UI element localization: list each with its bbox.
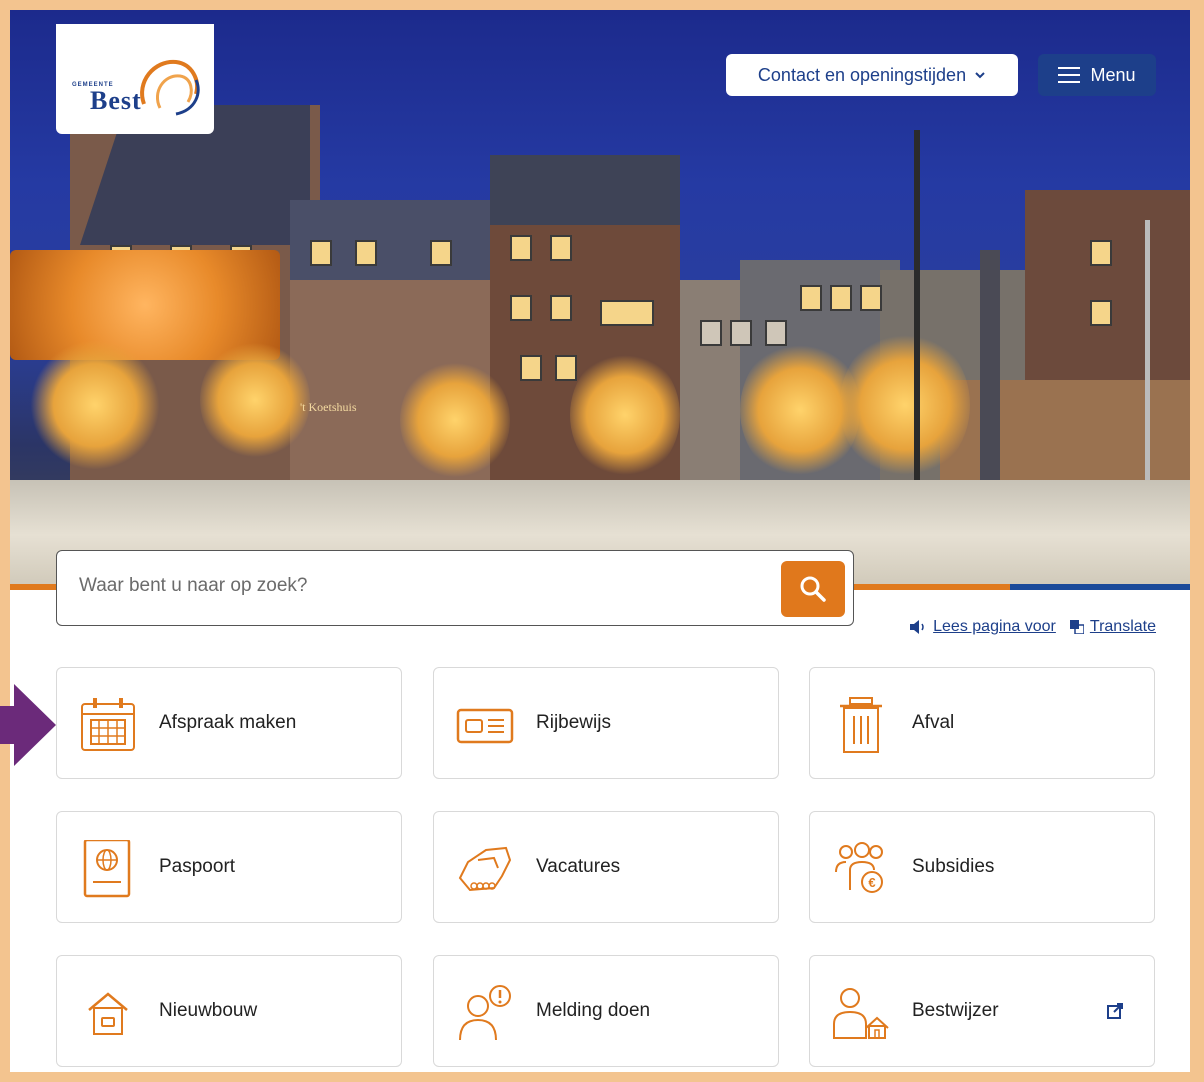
hamburger-icon bbox=[1058, 67, 1081, 83]
tile-label: Subsidies bbox=[912, 856, 995, 877]
contact-openingstijden-button[interactable]: Contact en openingstijden bbox=[726, 54, 1018, 96]
house-icon bbox=[88, 992, 128, 1035]
blue-stripe bbox=[1010, 584, 1190, 590]
tile-vacatures[interactable]: Vacatures bbox=[433, 811, 779, 923]
logo-best-text: Best bbox=[90, 86, 142, 115]
tile-label: Nieuwbouw bbox=[159, 1000, 258, 1021]
page-frame: 't Koetshuis GEMEENTE Best Contact en op… bbox=[10, 10, 1190, 1072]
tile-label: Rijbewijs bbox=[536, 712, 611, 733]
svg-text:€: € bbox=[868, 875, 875, 890]
calendar-icon bbox=[81, 698, 135, 751]
read-aloud-label: Lees pagina voor bbox=[933, 618, 1056, 635]
tile-label: Afval bbox=[912, 712, 955, 733]
page-tools: Lees pagina voor Translate bbox=[909, 618, 1156, 636]
tile-afval[interactable]: Afval bbox=[809, 667, 1155, 779]
menu-button[interactable]: Menu bbox=[1038, 54, 1156, 96]
external-link-icon bbox=[1107, 1003, 1123, 1019]
tile-bestwijzer[interactable]: Bestwijzer bbox=[809, 955, 1155, 1067]
tile-nieuwbouw[interactable]: Nieuwbouw bbox=[56, 955, 402, 1067]
trash-bin-icon bbox=[840, 697, 882, 753]
tile-paspoort[interactable]: Paspoort bbox=[56, 811, 402, 923]
search-icon bbox=[800, 576, 826, 602]
read-aloud-link[interactable]: Lees pagina voor bbox=[909, 618, 1056, 636]
tile-melding-doen[interactable]: Melding doen bbox=[433, 955, 779, 1067]
translate-icon bbox=[1069, 620, 1084, 634]
contact-label: Contact en openingstijden bbox=[757, 64, 967, 85]
driving-license-icon bbox=[456, 708, 514, 744]
koetshuis-sign: 't Koetshuis bbox=[300, 400, 357, 414]
search-button[interactable] bbox=[781, 561, 845, 617]
passport-icon bbox=[83, 840, 131, 898]
tile-rijbewijs[interactable]: Rijbewijs bbox=[433, 667, 779, 779]
tile-label: Paspoort bbox=[159, 856, 236, 877]
chevron-down-icon bbox=[975, 72, 985, 79]
person-alert-icon bbox=[459, 985, 511, 1041]
translate-link[interactable]: Translate bbox=[1069, 618, 1156, 636]
tile-subsidies[interactable]: € Subsidies bbox=[809, 811, 1155, 923]
people-euro-icon: € bbox=[835, 842, 883, 893]
tile-label: Melding doen bbox=[536, 1000, 651, 1021]
person-house-icon bbox=[833, 988, 889, 1039]
tile-label: Vacatures bbox=[536, 856, 621, 877]
translate-label: Translate bbox=[1089, 618, 1156, 635]
handshake-icon bbox=[458, 846, 512, 892]
search-box: Waar bent u naar op zoek? bbox=[56, 550, 854, 626]
tile-label: Afspraak maken bbox=[159, 712, 297, 733]
speaker-icon bbox=[910, 620, 924, 634]
pointer-arrow-icon bbox=[0, 684, 56, 766]
tile-afspraak-maken[interactable]: Afspraak maken bbox=[56, 667, 402, 779]
gemeente-best-logo[interactable]: GEMEENTE Best bbox=[56, 24, 214, 134]
tile-label: Bestwijzer bbox=[912, 1000, 999, 1021]
search-input[interactable]: Waar bent u naar op zoek? bbox=[79, 575, 308, 597]
menu-label: Menu bbox=[1090, 64, 1136, 85]
